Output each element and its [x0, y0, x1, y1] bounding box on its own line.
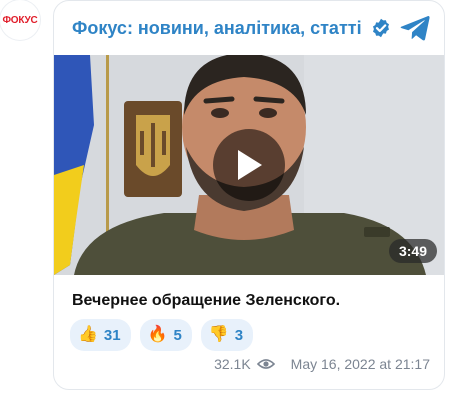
avatar-logo-text: ФОКУС — [2, 14, 38, 26]
post-header: Фокус: новини, аналітика, статті — [72, 13, 430, 43]
fire-icon: 🔥 — [147, 326, 168, 343]
post-meta: 32.1K May 16, 2022 at 21:17 — [214, 356, 430, 372]
reaction-count: 3 — [234, 326, 244, 344]
reaction-thumbs-down[interactable]: 👎 3 — [200, 319, 254, 351]
verified-badge-icon — [371, 18, 391, 38]
play-icon — [238, 150, 262, 180]
reaction-thumbs-up[interactable]: 👍 31 — [70, 319, 131, 351]
thumbs-down-icon: 👎 — [208, 326, 229, 343]
reaction-fire[interactable]: 🔥 5 — [139, 319, 192, 351]
view-count: 32.1K — [214, 356, 251, 372]
video-thumbnail[interactable]: 3:49 — [54, 55, 444, 275]
eye-icon — [256, 359, 275, 369]
reactions-bar: 👍 31 🔥 5 👎 3 — [70, 319, 254, 351]
post-date-link[interactable]: May 16, 2022 at 21:17 — [291, 356, 430, 372]
reaction-count: 31 — [103, 326, 121, 344]
play-button[interactable] — [213, 129, 285, 201]
channel-name-link[interactable]: Фокус: новини, аналітика, статті — [72, 18, 362, 39]
video-duration-badge: 3:49 — [388, 239, 437, 263]
telegram-icon[interactable] — [400, 15, 430, 41]
post-caption: Вечернее обращение Зеленского. — [72, 292, 341, 309]
thumbs-up-icon: 👍 — [78, 326, 98, 343]
reaction-count: 5 — [173, 326, 182, 344]
channel-avatar[interactable]: ФОКУС — [0, 0, 40, 40]
post-card: Фокус: новини, аналітика, статті 3:49 Ве… — [53, 0, 445, 390]
